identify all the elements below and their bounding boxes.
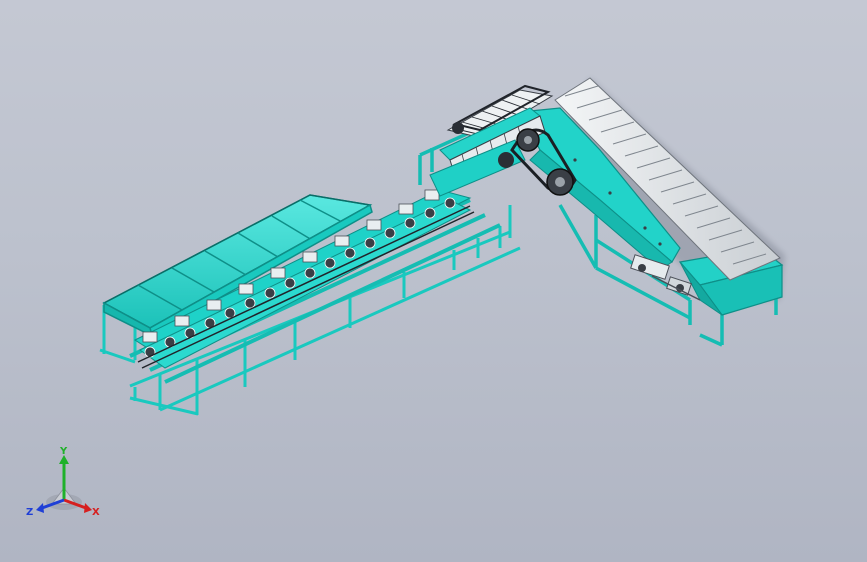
cad-viewport[interactable]: Y X Z	[0, 0, 867, 562]
left-sprocket	[452, 122, 464, 134]
y-axis-label: Y	[59, 446, 68, 457]
axis-triad[interactable]: Y X Z	[22, 444, 106, 528]
z-axis-label: Z	[26, 507, 33, 518]
mid-sprocket	[498, 152, 514, 168]
x-axis-label: X	[92, 507, 100, 518]
conveyor-model-render[interactable]	[0, 0, 867, 562]
